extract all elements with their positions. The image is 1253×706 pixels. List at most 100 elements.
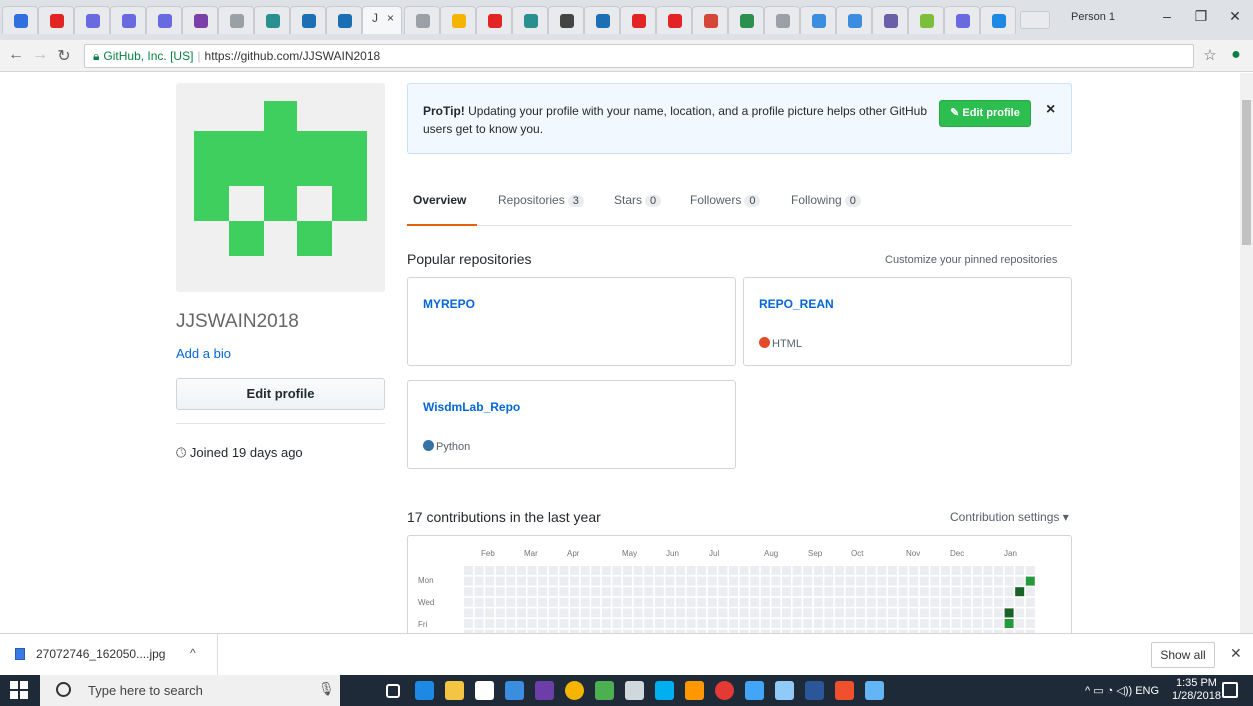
contribution-day[interactable]	[813, 566, 823, 575]
contribution-day[interactable]	[994, 566, 1003, 575]
contribution-day[interactable]	[866, 597, 876, 607]
contribution-day[interactable]	[559, 597, 569, 607]
contribution-day[interactable]	[644, 566, 654, 575]
contribution-day[interactable]	[771, 566, 781, 575]
contribution-day[interactable]	[750, 566, 760, 575]
contribution-day[interactable]	[941, 597, 950, 607]
browser-tab[interactable]	[254, 6, 290, 34]
contribution-day[interactable]	[527, 597, 537, 607]
minimize-icon[interactable]: –	[1152, 8, 1182, 24]
contribution-day[interactable]	[930, 608, 940, 618]
network-app-icon[interactable]	[595, 681, 614, 700]
contribution-day[interactable]	[474, 576, 484, 586]
contribution-day[interactable]	[591, 608, 601, 618]
contribution-day[interactable]	[633, 576, 643, 586]
contribution-day[interactable]	[835, 587, 844, 597]
contribution-day[interactable]	[898, 619, 908, 628]
contribution-day[interactable]	[877, 566, 887, 575]
contribution-day[interactable]	[676, 576, 685, 586]
contribution-day[interactable]	[1025, 608, 1035, 618]
edit-profile-button[interactable]: Edit profile	[176, 378, 385, 410]
contribution-day[interactable]	[601, 597, 611, 607]
browser-tab[interactable]	[110, 6, 146, 34]
contribution-day[interactable]	[718, 619, 728, 628]
contribution-day[interactable]	[474, 597, 484, 607]
contribution-day[interactable]	[856, 619, 866, 628]
contribution-day[interactable]	[983, 619, 993, 628]
browser-tab[interactable]	[182, 6, 218, 34]
contribution-day[interactable]	[898, 608, 908, 618]
protip-close-icon[interactable]: ×	[1046, 101, 1055, 119]
contribution-day[interactable]	[750, 619, 760, 628]
browser-tab[interactable]	[2, 6, 38, 34]
contribution-day[interactable]	[623, 608, 632, 618]
contribution-day[interactable]	[983, 608, 993, 618]
contribution-day[interactable]	[962, 597, 972, 607]
close-tab-icon[interactable]: ×	[387, 11, 394, 25]
contribution-day[interactable]	[548, 566, 558, 575]
contribution-day[interactable]	[909, 587, 919, 597]
contribution-day[interactable]	[1015, 608, 1025, 618]
protip-edit-profile-button[interactable]: ✎ Edit profile	[939, 100, 1031, 127]
contribution-day[interactable]	[707, 566, 717, 575]
maximize-icon[interactable]: ❐	[1186, 8, 1216, 25]
contribution-day[interactable]	[654, 608, 664, 618]
contribution-day[interactable]	[591, 587, 601, 597]
contribution-day[interactable]	[548, 576, 558, 586]
system-tray[interactable]: ^ ▭ ◔ ◁)) ENG	[1085, 684, 1159, 697]
contribution-day[interactable]	[506, 597, 516, 607]
contribution-day[interactable]	[888, 597, 897, 607]
browser-tab[interactable]	[620, 6, 656, 34]
contribution-day[interactable]	[866, 608, 876, 618]
contribution-day[interactable]	[697, 619, 707, 628]
contribution-day[interactable]	[612, 619, 622, 628]
contribution-day[interactable]	[612, 566, 622, 575]
contribution-day[interactable]	[888, 619, 897, 628]
close-window-icon[interactable]: ✕	[1220, 8, 1250, 25]
contribution-day[interactable]	[1015, 619, 1025, 628]
contribution-day[interactable]	[707, 608, 717, 618]
contribution-day[interactable]	[570, 597, 579, 607]
contribution-settings-dropdown[interactable]: Contribution settings ▾	[950, 510, 1069, 524]
contribution-day[interactable]	[517, 608, 526, 618]
browser-tab[interactable]	[692, 6, 728, 34]
contribution-day[interactable]	[856, 608, 866, 618]
contribution-day[interactable]	[485, 566, 495, 575]
terminal-icon[interactable]	[625, 681, 644, 700]
browser-tab[interactable]	[728, 6, 764, 34]
contribution-day[interactable]	[612, 608, 622, 618]
contribution-day[interactable]	[972, 608, 982, 618]
contribution-day[interactable]	[941, 566, 950, 575]
contribution-day[interactable]	[983, 597, 993, 607]
new-tab-button[interactable]	[1020, 11, 1050, 29]
chrome-icon[interactable]	[565, 681, 584, 700]
contribution-day[interactable]	[771, 597, 781, 607]
contribution-day[interactable]	[951, 587, 961, 597]
address-bar[interactable]: 🔒︎ GitHub, Inc. [US] | https://github.com/J…	[84, 44, 1194, 68]
contribution-day[interactable]	[527, 608, 537, 618]
repo-name-link[interactable]: MYREPO	[423, 297, 475, 311]
contribution-day[interactable]	[665, 576, 675, 586]
browser-tab[interactable]	[584, 6, 620, 34]
contribution-day[interactable]	[697, 608, 707, 618]
tab-repositories[interactable]: Repositories 3	[498, 193, 584, 207]
bookmark-star-icon[interactable]: ☆	[1200, 46, 1220, 64]
contribution-day[interactable]	[474, 608, 484, 618]
contribution-day[interactable]	[972, 566, 982, 575]
contribution-day[interactable]	[601, 608, 611, 618]
contribution-day[interactable]	[930, 587, 940, 597]
contribution-day[interactable]	[782, 619, 791, 628]
contribution-day[interactable]	[570, 608, 579, 618]
contribution-day[interactable]	[824, 587, 834, 597]
contribution-day[interactable]	[633, 587, 643, 597]
contribution-day[interactable]	[495, 608, 505, 618]
contribution-day[interactable]	[803, 597, 813, 607]
contribution-day[interactable]	[1015, 566, 1025, 575]
contribution-day[interactable]	[1025, 597, 1035, 607]
contribution-day[interactable]	[601, 576, 611, 586]
contribution-day[interactable]	[994, 576, 1003, 586]
contribution-day[interactable]	[644, 587, 654, 597]
contribution-day[interactable]	[972, 587, 982, 597]
forward-icon[interactable]: →	[30, 46, 50, 64]
contribution-day[interactable]	[665, 597, 675, 607]
